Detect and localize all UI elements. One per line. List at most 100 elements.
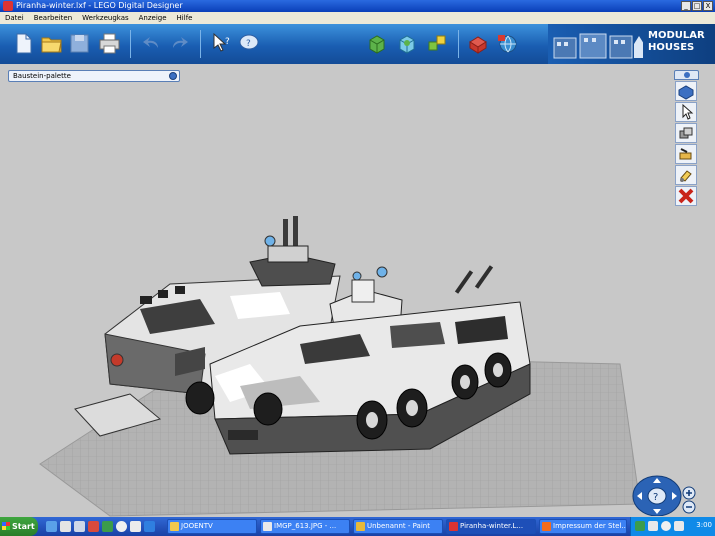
menu-hilfe[interactable]: Hilfe — [177, 14, 193, 22]
modular-houses-banner[interactable]: MODULAR HOUSES — [548, 24, 715, 64]
close-button[interactable]: X — [703, 1, 713, 11]
export-button[interactable] — [494, 30, 521, 57]
building-guide-button[interactable] — [424, 30, 451, 57]
panel-collapse-icon[interactable] — [683, 72, 690, 78]
quicklaunch-explorer-icon[interactable] — [60, 521, 71, 532]
quicklaunch-browser-icon[interactable] — [46, 521, 57, 532]
window-title: Piranha-winter.lxf - LEGO Digital Design… — [16, 1, 183, 10]
brick-palette-panel[interactable]: Baustein-palette — [8, 70, 180, 82]
menu-anzeige[interactable]: Anzeige — [139, 14, 167, 22]
palette-collapse-icon[interactable] — [169, 72, 177, 80]
buildings-graphic-icon — [553, 33, 643, 59]
gun-barrels — [454, 265, 494, 294]
toolbar-separator — [130, 30, 131, 58]
start-label: Start — [12, 522, 35, 531]
task-lego-designer[interactable]: Piranha-winter.L... — [446, 519, 536, 534]
image-viewer-icon — [263, 522, 272, 531]
task-label: Unbenannt - Paint — [367, 522, 430, 530]
new-file-icon — [16, 33, 32, 54]
redo-button[interactable] — [166, 30, 193, 57]
quicklaunch-globe-icon[interactable] — [116, 521, 127, 532]
select-brick-button[interactable] — [675, 81, 697, 101]
print-icon — [99, 33, 120, 54]
delete-tool-button[interactable] — [675, 186, 697, 206]
export-globe-icon — [498, 35, 517, 53]
paint-tool-button[interactable] — [675, 165, 697, 185]
taskbar-clock[interactable]: 3:00 — [696, 521, 712, 529]
window-titlebar: Piranha-winter.lxf - LEGO Digital Design… — [0, 0, 715, 12]
menu-werkzeugkas[interactable]: Werkzeugkas — [82, 14, 128, 22]
cursor-tool-button[interactable] — [675, 102, 697, 122]
tool-panel-header[interactable] — [674, 70, 699, 80]
build-mode-button[interactable] — [364, 30, 391, 57]
task-imgp[interactable]: IMGP_613.JPG - ... — [260, 519, 350, 534]
window-controls: _ □ X — [681, 1, 713, 11]
undo-button[interactable] — [138, 30, 165, 57]
palette-title: Baustein-palette — [13, 72, 71, 80]
task-impressum[interactable]: Impressum der Stel... — [539, 519, 627, 534]
paint-icon — [356, 522, 365, 531]
camera-nav-icon: ? — [632, 475, 696, 517]
task-paint[interactable]: Unbenannt - Paint — [353, 519, 443, 534]
camera-navigation[interactable]: ? — [631, 470, 703, 517]
maximize-button[interactable]: □ — [692, 1, 702, 11]
save-icon — [70, 34, 89, 53]
brand-text: MODULAR HOUSES — [648, 30, 705, 54]
hinge-tool-button[interactable] — [675, 144, 697, 164]
quicklaunch-shield-icon[interactable] — [144, 521, 155, 532]
tray-globe-icon[interactable] — [661, 521, 671, 531]
cursor-tool-icon — [682, 103, 694, 120]
print-button[interactable] — [96, 30, 123, 57]
task-label: Piranha-winter.L... — [460, 522, 524, 530]
open-file-button[interactable] — [38, 30, 65, 57]
view-mode-icon — [399, 35, 415, 54]
windows-flag-icon — [2, 522, 10, 530]
menu-bearbeiten[interactable]: Bearbeiten — [34, 14, 72, 22]
scene-canvas[interactable] — [0, 64, 715, 517]
start-button[interactable]: Start — [0, 517, 38, 536]
lego-app-icon — [3, 1, 13, 11]
browser-icon — [542, 522, 551, 531]
clone-tool-icon — [679, 127, 693, 139]
menu-datei[interactable]: Datei — [5, 14, 24, 22]
tray-panda-icon[interactable] — [648, 521, 658, 531]
system-tray: 3:00 — [630, 517, 715, 536]
svg-text:?: ? — [225, 37, 230, 47]
quicklaunch-panda-icon[interactable] — [130, 521, 141, 532]
tray-network-icon[interactable] — [635, 521, 645, 531]
undo-icon — [143, 37, 158, 48]
view-mode-button[interactable] — [394, 30, 421, 57]
svg-text:?: ? — [246, 39, 251, 49]
quicklaunch-app-icon[interactable] — [74, 521, 85, 532]
open-folder-icon — [41, 37, 62, 53]
redo-icon — [173, 37, 188, 48]
new-file-button[interactable] — [10, 30, 37, 57]
svg-text:?: ? — [653, 492, 658, 503]
help-bubble-button[interactable]: ? — [236, 30, 263, 57]
share-brick-button[interactable] — [465, 30, 492, 57]
brand-line-2: HOUSES — [648, 42, 695, 53]
quicklaunch-app2-icon[interactable] — [102, 521, 113, 532]
windows-taskbar: Start JOOENTV IMGP_613.JPG - ... Unbenan… — [0, 517, 715, 536]
3d-viewport[interactable] — [0, 64, 715, 517]
paint-tool-icon — [680, 170, 692, 182]
help-cursor-button[interactable]: ? — [208, 30, 235, 57]
clone-tool-button[interactable] — [675, 123, 697, 143]
save-button[interactable] — [66, 30, 93, 57]
hinge-tool-icon — [679, 148, 692, 160]
share-brick-icon — [469, 36, 487, 54]
task-label: Impressum der Stel... — [553, 522, 627, 530]
main-toolbar: ? ? MODULAR HOUSES — [0, 24, 715, 64]
quicklaunch-media-icon[interactable] — [88, 521, 99, 532]
select-brick-icon — [678, 85, 694, 100]
help-bubble-icon: ? — [239, 34, 259, 50]
minimize-button[interactable]: _ — [681, 1, 691, 11]
tray-panda2-icon[interactable] — [674, 521, 684, 531]
build-mode-icon — [369, 35, 385, 54]
task-jooentv[interactable]: JOOENTV — [167, 519, 257, 534]
delete-tool-icon — [678, 188, 694, 204]
lego-icon — [449, 522, 458, 531]
building-guide-icon — [428, 35, 446, 51]
task-label: JOOENTV — [181, 522, 213, 530]
help-cursor-icon: ? — [213, 32, 230, 52]
